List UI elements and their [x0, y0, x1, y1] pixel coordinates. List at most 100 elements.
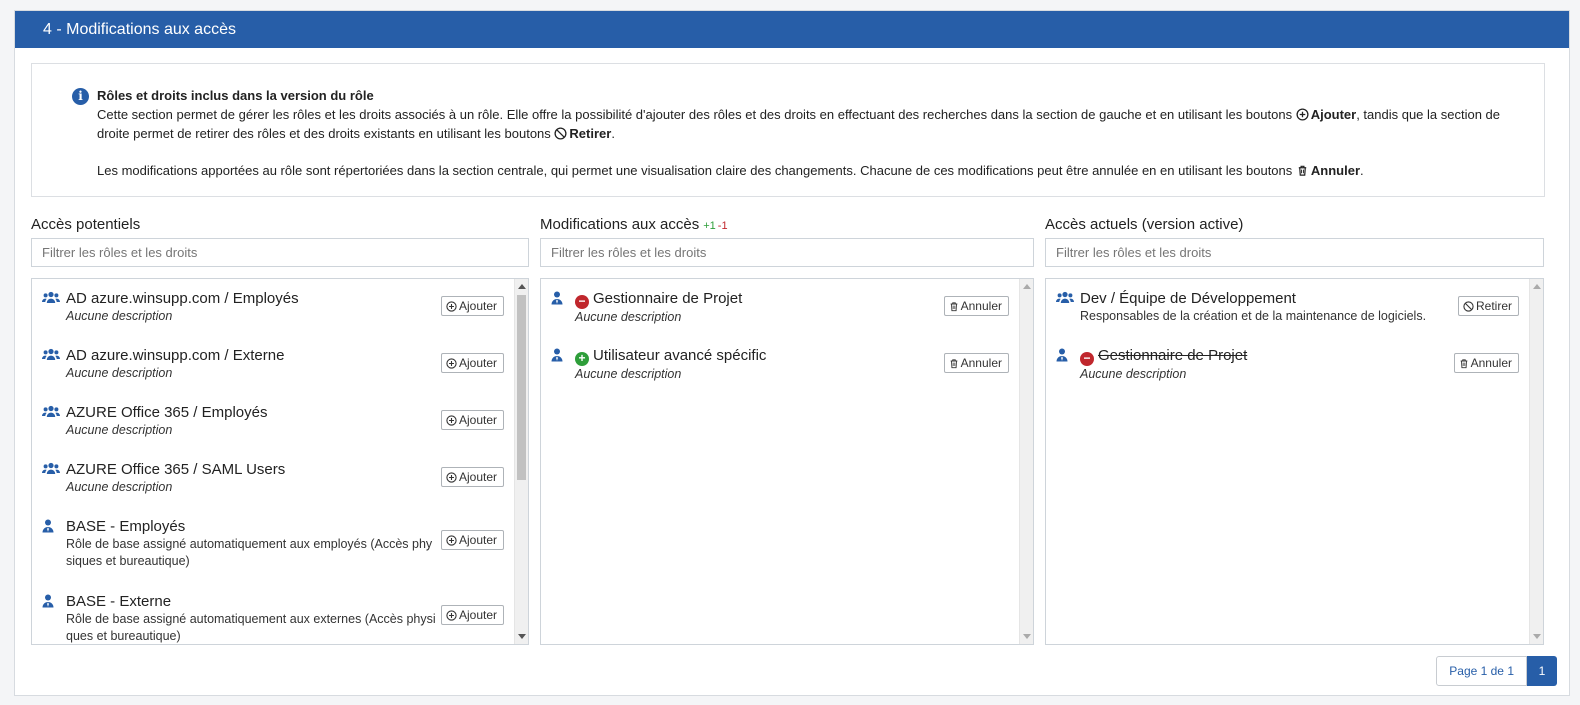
button-label: Annuler: [960, 299, 1002, 313]
list-item: − Gestionnaire de Projet Aucune descripti…: [1046, 336, 1543, 393]
item-description: Responsables de la création et de la mai…: [1080, 309, 1427, 323]
info-p1-text-c: .: [611, 126, 615, 141]
potential-access-title: Accès potentiels: [31, 216, 141, 233]
user-icon: [42, 519, 60, 533]
item-description: Aucune description: [66, 423, 173, 437]
scroll-up-arrow[interactable]: [1023, 284, 1031, 289]
item-name-text: AZURE Office 365 / SAML Users: [66, 461, 286, 478]
cancel-button[interactable]: Annuler: [1453, 353, 1519, 373]
changes-column: Modifications aux accès+1-1 −Gestionnair…: [540, 216, 1034, 645]
ban-icon: [554, 127, 567, 140]
potential-access-list: AD azure.winsupp.com / Employés Aucune d…: [31, 278, 529, 645]
button-label: Ajouter: [458, 608, 497, 622]
list-item: BASE - Employés Rôle de base assigné aut…: [32, 507, 528, 582]
user-icon: [1056, 348, 1074, 362]
item-description: Aucune description: [66, 366, 173, 380]
potential-filter-input[interactable]: [31, 238, 529, 267]
group-icon: [42, 291, 60, 305]
scroll-up-arrow[interactable]: [1533, 284, 1541, 289]
access-modifications-card: 4 - Modifications aux accès i Rôles et d…: [14, 10, 1570, 696]
changes-list: − Gestionnaire de Projet Aucune descripti…: [540, 278, 1034, 645]
current-filter-input[interactable]: [1045, 238, 1544, 267]
changes-title: Modifications aux accès +1 -1: [540, 216, 1034, 236]
scroll-down-arrow[interactable]: [1533, 634, 1541, 639]
plus-circle-icon: [446, 470, 459, 484]
scroll-down-arrow[interactable]: [1023, 634, 1031, 639]
plus-circle-icon: [446, 356, 459, 370]
ban-icon: [1463, 299, 1476, 313]
user-icon: [42, 594, 60, 608]
current-access-column: Accès actuels (version active) Dev / Équ…: [1045, 216, 1544, 645]
list-item: AZURE Office 365 / Employés Aucune descr…: [32, 393, 528, 450]
add-button[interactable]: Ajouter: [440, 530, 504, 550]
removed-count: -1: [717, 220, 728, 232]
info-title: Rôles et droits inclus dans la version d…: [97, 88, 374, 103]
pagination: Page 1 de 1 1: [1436, 656, 1557, 686]
item-description: Aucune description: [575, 367, 682, 381]
list-item: AD azure.winsupp.com / Externe Aucune de…: [32, 336, 528, 393]
trash-icon: [949, 356, 961, 370]
item-name-text: BASE - Employés: [66, 518, 186, 535]
item-name-text: BASE - Externe: [66, 593, 172, 610]
add-button[interactable]: Ajouter: [440, 296, 504, 316]
list-item: − Gestionnaire de Projet Aucune descripti…: [541, 279, 1033, 336]
removed-status-icon: −: [1080, 352, 1094, 366]
button-label: Ajouter: [458, 299, 497, 313]
scroll-up-arrow[interactable]: [518, 284, 526, 289]
plus-circle-icon: [446, 608, 459, 622]
changes-scrollbar[interactable]: [1019, 279, 1033, 644]
add-button[interactable]: Ajouter: [440, 353, 504, 373]
added-status-icon: +: [575, 352, 589, 366]
trash-icon: [1298, 165, 1307, 176]
potential-scrollbar[interactable]: [514, 279, 528, 644]
add-button[interactable]: Ajouter: [440, 605, 504, 625]
add-button[interactable]: Ajouter: [440, 410, 504, 430]
button-label: Annuler: [960, 356, 1002, 370]
item-name-text: Dev / Équipe de Développement: [1080, 290, 1296, 307]
added-count: +1: [703, 220, 716, 232]
item-name-text: Utilisateur avancé spécific: [593, 347, 767, 364]
info-icon: i: [72, 88, 89, 105]
user-icon: [551, 291, 569, 305]
info-p2-cancel-label: Annuler: [1310, 163, 1361, 178]
info-p2-text-b: .: [1360, 163, 1364, 178]
item-description: Rôle de base assigné automatiquement aux…: [66, 612, 436, 643]
current-scrollbar[interactable]: [1529, 279, 1543, 644]
changes-filter-input[interactable]: [540, 238, 1034, 267]
cancel-button[interactable]: Annuler: [943, 296, 1009, 316]
info-p1-text-a: Cette section permet de gérer les rôles …: [97, 107, 1296, 122]
scroll-thumb[interactable]: [517, 295, 526, 480]
info-p1-add-label: Ajouter: [1310, 107, 1357, 122]
current-access-title: Accès actuels (version active): [1045, 216, 1244, 233]
button-label: Ajouter: [458, 413, 497, 427]
pagination-info: Page 1 de 1: [1436, 656, 1527, 686]
cancel-button[interactable]: Annuler: [943, 353, 1009, 373]
info-text: Rôles et droits inclus dans la version d…: [97, 86, 1517, 180]
trash-icon: [1459, 356, 1471, 370]
current-access-list: Dev / Équipe de Développement Responsabl…: [1045, 278, 1544, 645]
removed-status-icon: −: [575, 295, 589, 309]
button-label: Ajouter: [458, 470, 497, 484]
page-button-1[interactable]: 1: [1527, 656, 1557, 686]
info-p2-text-a: Les modifications apportées au rôle sont…: [97, 163, 1296, 178]
info-box: i Rôles et droits inclus dans la version…: [31, 63, 1545, 197]
user-icon: [551, 348, 569, 362]
plus-circle-icon: [446, 299, 459, 313]
section-title: 4 - Modifications aux accès: [15, 11, 1569, 48]
info-paragraph-1: Cette section permet de gérer les rôles …: [97, 105, 1517, 143]
item-name-text: AD azure.winsupp.com / Externe: [66, 347, 285, 364]
group-icon: [42, 405, 60, 419]
plus-circle-icon: [446, 413, 459, 427]
trash-icon: [949, 299, 961, 313]
remove-button[interactable]: Retirer: [1457, 296, 1519, 316]
add-button[interactable]: Ajouter: [440, 467, 504, 487]
button-label: Ajouter: [458, 356, 497, 370]
group-icon: [42, 462, 60, 476]
list-item: + Utilisateur avancé spécific Aucune desc…: [541, 336, 1033, 393]
changes-title-text: Modifications aux accès: [540, 216, 700, 233]
scroll-down-arrow[interactable]: [518, 634, 526, 639]
item-description: Aucune description: [66, 480, 173, 494]
item-description: Aucune description: [1080, 367, 1187, 381]
item-description: Aucune description: [66, 309, 173, 323]
item-name-text: AZURE Office 365 / Employés: [66, 404, 268, 421]
